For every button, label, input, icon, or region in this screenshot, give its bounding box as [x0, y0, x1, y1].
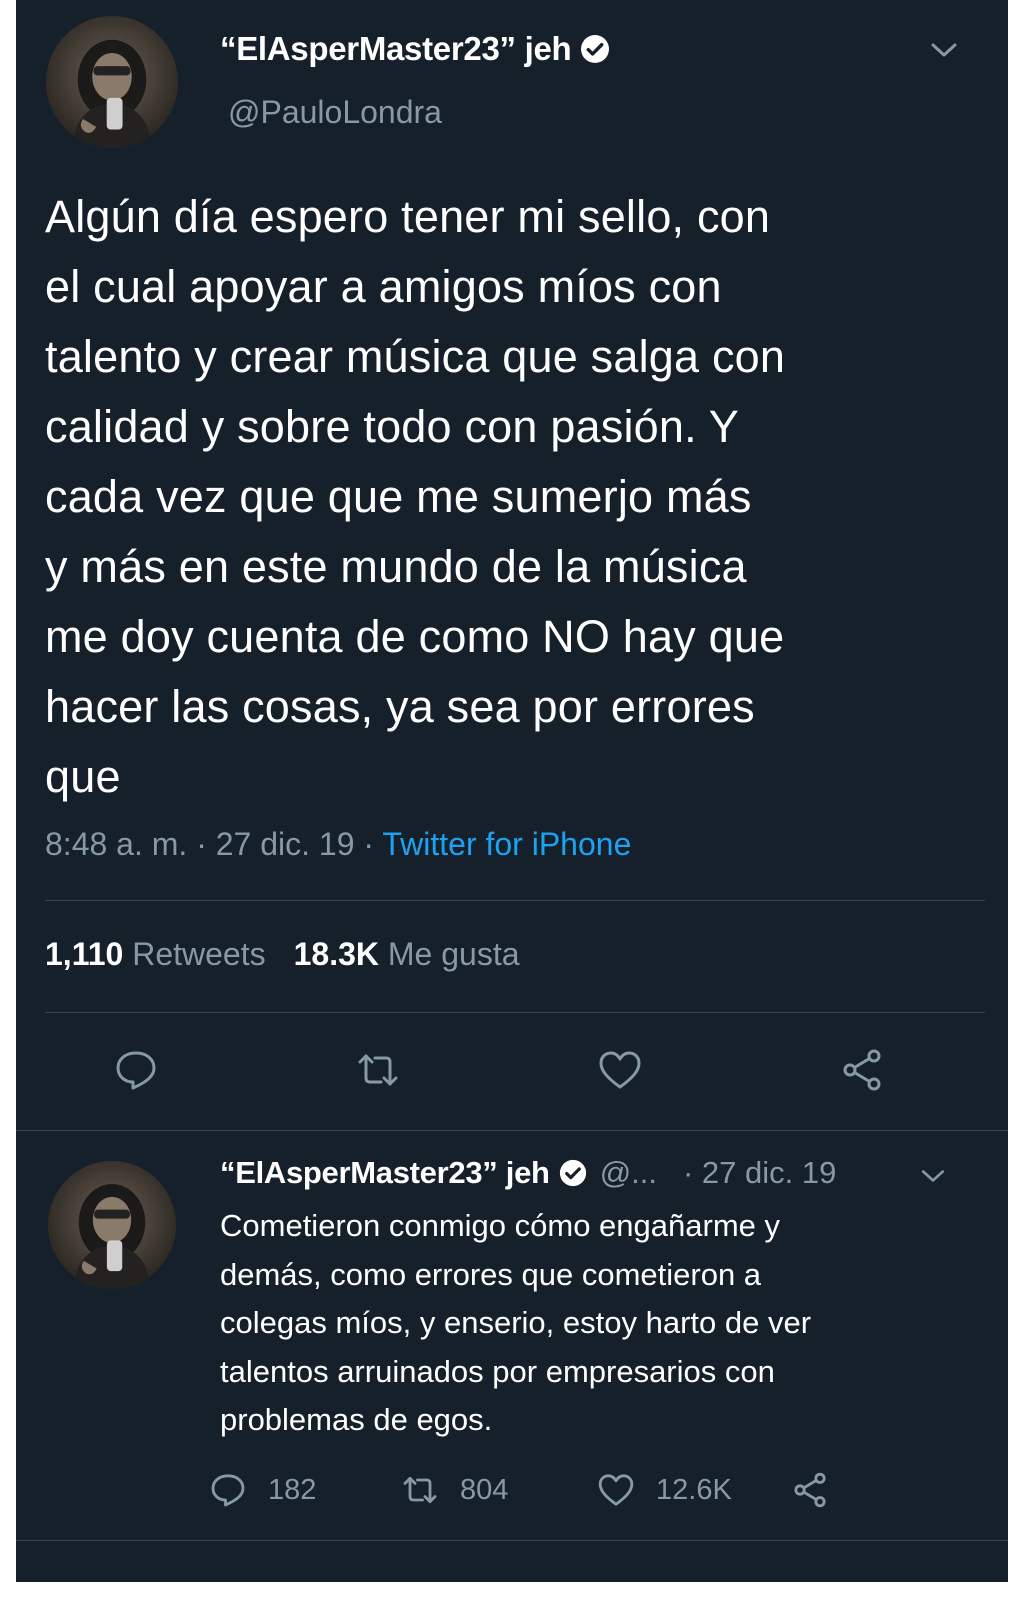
reply-retweets-count: 804	[460, 1473, 509, 1506]
tweet-screen: “ElAsperMaster23” jeh @PauloLondra Algún…	[16, 0, 1008, 1582]
reply-icon[interactable]	[112, 1046, 160, 1094]
retweets-label: Retweets	[132, 936, 266, 972]
reply-author-row: “ElAsperMaster23” jeh @... · 27 dic. 19	[220, 1155, 836, 1191]
reply-like-button[interactable]: 12.6K	[596, 1470, 732, 1510]
tweet-time[interactable]: 8:48 a. m.	[45, 826, 187, 862]
tweet-stats: 1,110 Retweets 18.3K Me gusta	[45, 936, 520, 973]
author-handle[interactable]: @PauloLondra	[228, 94, 442, 131]
reply-avatar[interactable]	[48, 1161, 176, 1289]
likes-label: Me gusta	[387, 936, 520, 972]
reply-author-display-name[interactable]: “ElAsperMaster23” jeh	[220, 1155, 550, 1191]
avatar-photo	[72, 39, 152, 148]
share-icon	[790, 1470, 830, 1510]
divider	[16, 1540, 1008, 1541]
tweet-meta: 8:48 a. m. · 27 dic. 19 · Twitter for iP…	[45, 826, 631, 863]
retweet-icon	[400, 1470, 440, 1510]
avatar[interactable]	[46, 16, 178, 148]
reply-retweet-button[interactable]: 804	[400, 1470, 508, 1510]
share-icon[interactable]	[838, 1046, 886, 1094]
divider	[45, 900, 985, 901]
author-row: “ElAsperMaster23” jeh	[220, 30, 611, 68]
chevron-down-icon[interactable]	[920, 1168, 946, 1184]
meta-separator: ·	[196, 826, 207, 862]
tweet-source-link[interactable]: Twitter for iPhone	[382, 826, 631, 862]
like-icon	[596, 1470, 636, 1510]
likes-stat[interactable]: 18.3K Me gusta	[294, 936, 520, 972]
avatar-photo	[73, 1184, 151, 1289]
reply-share-button[interactable]	[790, 1470, 830, 1510]
verified-icon	[579, 33, 611, 65]
meta-separator: ·	[363, 826, 375, 862]
like-icon[interactable]	[596, 1046, 644, 1094]
reply-author-handle[interactable]: @...	[600, 1155, 657, 1191]
reply-text: Cometieron conmigo cómo engañarme y demá…	[220, 1208, 812, 1437]
reply-icon	[208, 1470, 248, 1510]
retweets-count: 1,110	[45, 936, 124, 972]
author-display-name[interactable]: “ElAsperMaster23” jeh	[220, 30, 572, 68]
chevron-down-icon[interactable]	[930, 41, 958, 59]
likes-count: 18.3K	[293, 936, 379, 972]
reply-likes-count: 12.6K	[656, 1473, 732, 1506]
retweets-stat[interactable]: 1,110 Retweets	[45, 936, 266, 972]
retweet-icon[interactable]	[354, 1046, 402, 1094]
verified-icon	[558, 1158, 588, 1188]
divider	[45, 1012, 985, 1013]
reply-reply-button[interactable]: 182	[208, 1470, 316, 1510]
tweet-text: Algún día espero tener mi sello, con el …	[45, 191, 786, 802]
reply-date[interactable]: · 27 dic. 19	[683, 1155, 836, 1191]
reply-replies-count: 182	[268, 1473, 317, 1506]
divider	[16, 1130, 1008, 1131]
tweet-date[interactable]: 27 dic. 19	[216, 826, 355, 862]
